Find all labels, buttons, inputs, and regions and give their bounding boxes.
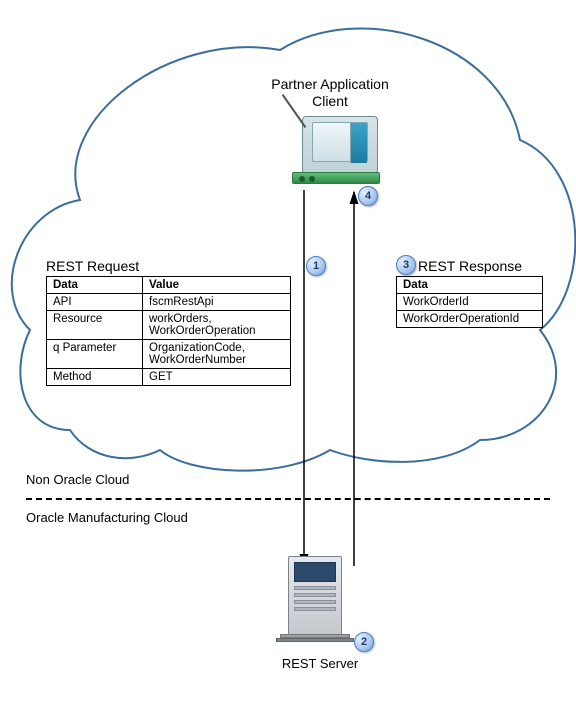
req-header-value: Value xyxy=(143,277,291,294)
table-row: Method GET xyxy=(47,369,291,386)
non-oracle-cloud-label: Non Oracle Cloud xyxy=(26,472,226,487)
table-row: WorkOrderOperationId xyxy=(397,311,543,328)
rest-request-table: Data Value API fscmRestApi Resource work… xyxy=(46,276,291,386)
table-row: API fscmRestApi xyxy=(47,294,291,311)
callout-2: 2 xyxy=(354,632,374,652)
rest-server-icon xyxy=(280,556,350,636)
oracle-manufacturing-cloud-label: Oracle Manufacturing Cloud xyxy=(26,510,226,526)
rest-server-label: REST Server xyxy=(260,656,380,671)
rest-response-label: REST Response xyxy=(418,258,522,274)
table-row: WorkOrderId xyxy=(397,294,543,311)
req-header-data: Data xyxy=(47,277,143,294)
callout-1: 1 xyxy=(306,256,326,276)
resp-header-data: Data xyxy=(397,277,543,294)
table-row: Resource workOrders, WorkOrderOperation xyxy=(47,311,291,340)
callout-3: 3 xyxy=(396,255,416,275)
table-header-row: Data Value xyxy=(47,277,291,294)
table-header-row: Data xyxy=(397,277,543,294)
boundary-divider xyxy=(26,498,550,500)
rest-request-label: REST Request xyxy=(46,258,139,274)
table-row: q Parameter OrganizationCode, WorkOrderN… xyxy=(47,340,291,369)
callout-4: 4 xyxy=(358,186,378,206)
rest-response-table: Data WorkOrderId WorkOrderOperationId xyxy=(396,276,543,328)
